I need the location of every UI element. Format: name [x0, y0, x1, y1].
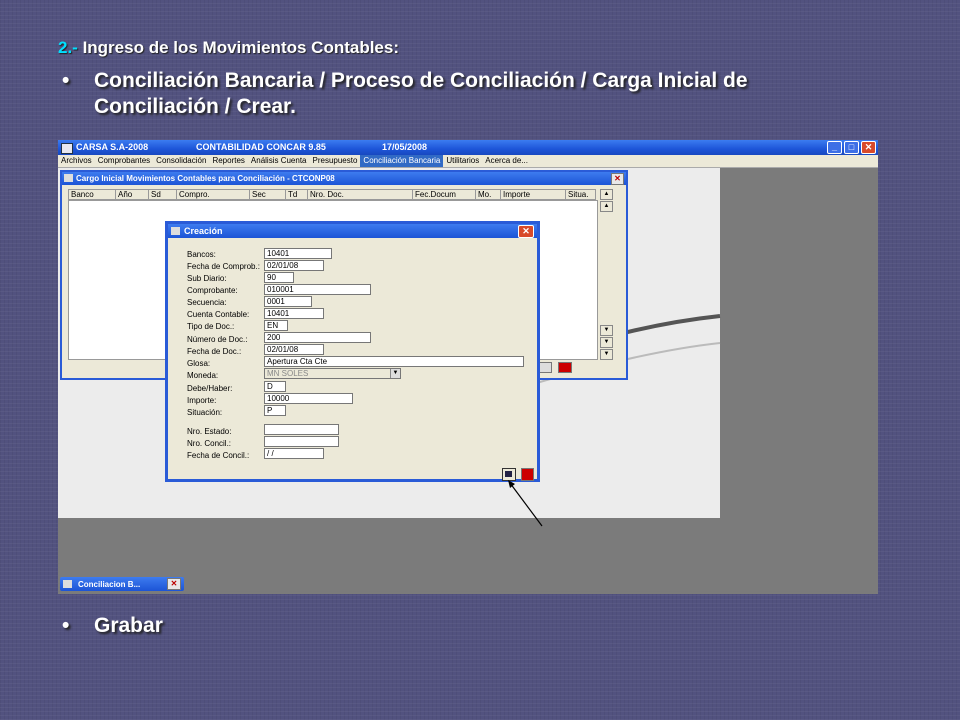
heading-text: Ingreso de los Movimientos Contables:: [77, 38, 400, 57]
bullet-navigation-path: • Conciliación Bancaria / Proceso de Con…: [62, 68, 862, 120]
bullet-icon: •: [62, 69, 70, 92]
bullet-text: Conciliación Bancaria / Proceso de Conci…: [94, 69, 748, 118]
heading-number: 2.-: [58, 38, 78, 57]
slide-heading: 2.- Ingreso de los Movimientos Contables…: [58, 38, 399, 58]
app-screenshot: CARSA S.A-2008 CONTABILIDAD CONCAR 9.85 …: [58, 140, 878, 594]
bullet-grabar: • Grabar: [62, 613, 163, 639]
bullet-icon: •: [62, 614, 70, 637]
bullet-text: Grabar: [94, 614, 163, 637]
pointer-arrow-icon: [508, 480, 543, 527]
